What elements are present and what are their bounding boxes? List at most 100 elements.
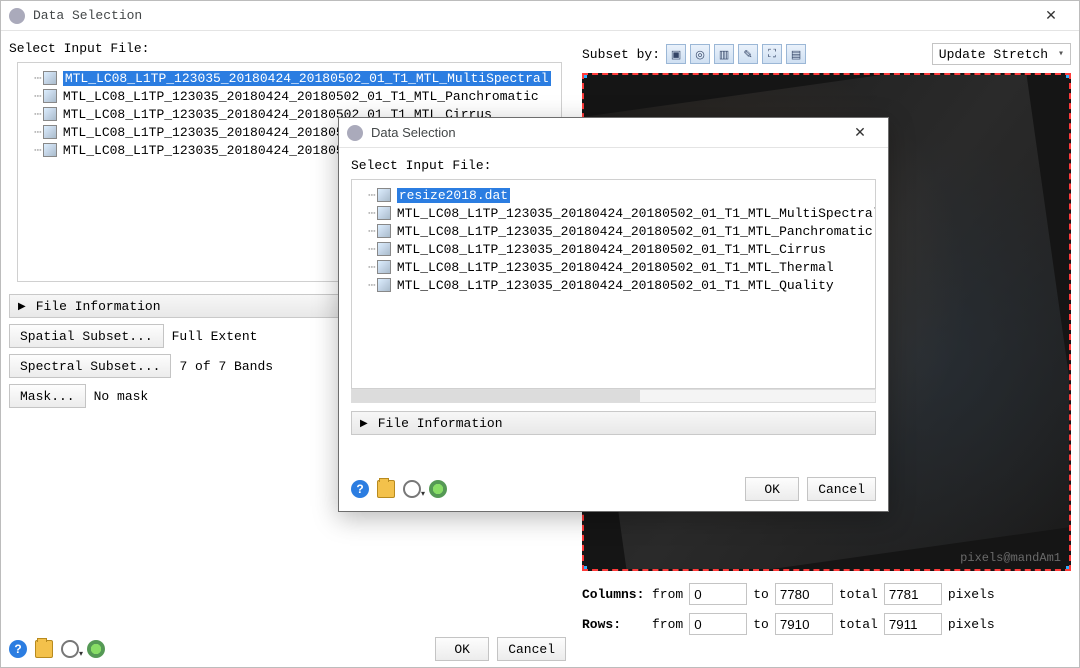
inner-dialog: Data Selection ✕ Select Input File: ⋯ res… <box>338 117 889 512</box>
chevron-down-icon: ▾ <box>1058 48 1064 60</box>
from-label: from <box>652 587 683 602</box>
file-icon <box>377 278 391 292</box>
resize-handle-ne[interactable] <box>1066 73 1071 78</box>
file-name: MTL_LC08_L1TP_123035_20180424_20180502_0… <box>63 89 539 104</box>
file-icon <box>43 89 57 103</box>
modal-ok-button[interactable]: OK <box>745 477 799 501</box>
to-label: to <box>753 587 769 602</box>
rows-from-input[interactable] <box>689 613 747 635</box>
subset-geog-icon[interactable]: ⛶ <box>762 44 782 64</box>
file-item[interactable]: ⋯ resize2018.dat <box>356 186 871 204</box>
help-icon[interactable]: ? <box>351 480 369 498</box>
file-name: MTL_LC08_L1TP_123035_20180424_20180502_0… <box>397 260 834 275</box>
tree-branch-icon: ⋯ <box>368 188 375 203</box>
file-icon <box>377 260 391 274</box>
file-item[interactable]: ⋯MTL_LC08_L1TP_123035_20180424_20180502_… <box>356 204 871 222</box>
file-item[interactable]: ⋯MTL_LC08_L1TP_123035_20180424_20180502_… <box>22 69 557 87</box>
resize-handle-nw[interactable] <box>582 73 587 78</box>
tree-branch-icon: ⋯ <box>34 107 41 122</box>
scrollbar-thumb[interactable] <box>352 390 640 402</box>
subset-roi-icon[interactable]: ◎ <box>690 44 710 64</box>
rows-to-input[interactable] <box>775 613 833 635</box>
subset-by-label: Subset by: <box>582 47 660 62</box>
open-folder-icon[interactable] <box>377 480 395 498</box>
close-icon[interactable]: ✕ <box>840 124 880 141</box>
subset-image-icon[interactable]: ▥ <box>714 44 734 64</box>
resize-handle-sw[interactable] <box>582 566 587 571</box>
file-item[interactable]: ⋯MTL_LC08_L1TP_123035_20180424_20180502_… <box>356 222 871 240</box>
update-stretch-select[interactable]: Update Stretch ▾ <box>932 43 1071 65</box>
chevron-right-icon: ▶ <box>18 301 26 312</box>
remote-open-icon[interactable] <box>429 480 447 498</box>
close-icon[interactable]: ✕ <box>1031 7 1071 24</box>
modal-file-tree[interactable]: ⋯resize2018.dat⋯MTL_LC08_L1TP_123035_201… <box>351 179 876 389</box>
spatial-subset-button[interactable]: Spatial Subset... <box>9 324 164 348</box>
chevron-down-icon: ▾ <box>79 649 83 658</box>
rows-label: Rows: <box>582 617 646 632</box>
outer-cancel-button[interactable]: Cancel <box>497 637 566 661</box>
app-icon <box>347 125 363 141</box>
stretch-select-label: Update Stretch <box>939 47 1048 62</box>
file-name: MTL_LC08_L1TP_123035_20180424_20180502_0… <box>397 206 876 221</box>
mask-button[interactable]: Mask... <box>9 384 86 408</box>
dimensions-panel: Columns: from to total pixels Rows: from… <box>582 583 1071 635</box>
file-item[interactable]: ⋯ MTL_LC08_L1TP_123035_20180424_20180502_… <box>356 240 871 258</box>
open-folder-icon[interactable] <box>35 640 53 658</box>
columns-total-input[interactable] <box>884 583 942 605</box>
outer-iconbar: ? ▾ <box>9 640 105 658</box>
right-toolbar: Subset by: ▣ ◎ ▥ ✎ ⛶ ▤ Update Stretch ▾ <box>582 43 1071 65</box>
spatial-subset-value: Full Extent <box>172 329 258 344</box>
tree-branch-icon: ⋯ <box>368 206 375 221</box>
file-icon <box>43 107 57 121</box>
app-icon <box>9 8 25 24</box>
file-name: MTL_LC08_L1TP_123035_20180424_20180502_0… <box>397 278 834 293</box>
file-icon <box>377 188 391 202</box>
file-icon <box>377 242 391 256</box>
file-name: resize2018.dat <box>397 188 510 203</box>
tree-branch-icon: ⋯ <box>368 242 375 257</box>
columns-to-input[interactable] <box>775 583 833 605</box>
tree-branch-icon: ⋯ <box>34 125 41 140</box>
modal-cancel-button[interactable]: Cancel <box>807 477 876 501</box>
file-info-label: File Information <box>36 299 161 314</box>
file-icon <box>43 125 57 139</box>
to-label: to <box>753 617 769 632</box>
subset-vector-icon[interactable]: ✎ <box>738 44 758 64</box>
file-icon <box>43 71 57 85</box>
columns-from-input[interactable] <box>689 583 747 605</box>
spectral-subset-button[interactable]: Spectral Subset... <box>9 354 171 378</box>
outer-titlebar: Data Selection ✕ <box>1 1 1079 31</box>
pixels-label: pixels <box>948 617 995 632</box>
settings-icon[interactable]: ▾ <box>61 640 79 658</box>
file-item[interactable]: ⋯MTL_LC08_L1TP_123035_20180424_20180502_… <box>356 276 871 294</box>
modal-file-info-header[interactable]: ▶ File Information <box>351 411 876 435</box>
subset-full-icon[interactable]: ▣ <box>666 44 686 64</box>
modal-titlebar: Data Selection ✕ <box>339 118 888 148</box>
subset-file-icon[interactable]: ▤ <box>786 44 806 64</box>
tree-branch-icon: ⋯ <box>368 224 375 239</box>
file-icon <box>43 143 57 157</box>
file-name: MTL_LC08_L1TP_123035_20180424_20180502_0… <box>63 71 551 86</box>
resize-handle-se[interactable] <box>1066 566 1071 571</box>
file-item[interactable]: ⋯MTL_LC08_L1TP_123035_20180424_20180502_… <box>22 87 557 105</box>
file-icon <box>377 224 391 238</box>
total-label: total <box>839 617 878 632</box>
modal-select-label: Select Input File: <box>351 158 876 173</box>
outer-ok-button[interactable]: OK <box>435 637 489 661</box>
horizontal-scrollbar[interactable] <box>351 389 876 403</box>
chevron-down-icon: ▾ <box>421 489 425 498</box>
file-item[interactable]: ⋯MTL_LC08_L1TP_123035_20180424_20180502_… <box>356 258 871 276</box>
chevron-right-icon: ▶ <box>360 418 368 429</box>
columns-row: Columns: from to total pixels <box>582 583 1071 605</box>
outer-bottom-bar: ? ▾ OK Cancel <box>9 637 566 661</box>
help-icon[interactable]: ? <box>9 640 27 658</box>
spectral-subset-value: 7 of 7 Bands <box>179 359 273 374</box>
select-input-label: Select Input File: <box>9 41 566 56</box>
settings-icon[interactable]: ▾ <box>403 480 421 498</box>
rows-total-input[interactable] <box>884 613 942 635</box>
mask-value: No mask <box>94 389 149 404</box>
modal-iconbar: ? ▾ <box>351 480 447 498</box>
file-name: MTL_LC08_L1TP_123035_20180424_20180502_0… <box>397 242 826 257</box>
remote-open-icon[interactable] <box>87 640 105 658</box>
modal-footer: ? ▾ OK Cancel <box>351 477 876 501</box>
